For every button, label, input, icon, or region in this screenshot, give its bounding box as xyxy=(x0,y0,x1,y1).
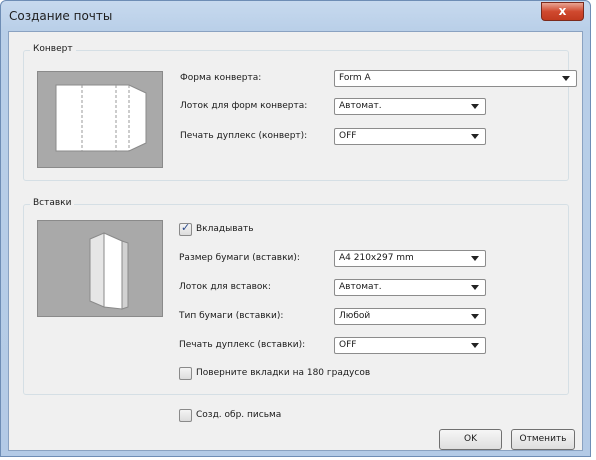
rotate-inserts-checkbox[interactable] xyxy=(179,367,192,380)
insert-duplex-dropdown[interactable]: OFF xyxy=(334,337,486,354)
chevron-down-icon xyxy=(471,134,479,139)
envelope-tray-label: Лоток для форм конверта: xyxy=(180,101,308,111)
envelope-tray-value: Автомат. xyxy=(339,101,382,111)
envelope-duplex-dropdown[interactable]: OFF xyxy=(334,128,486,145)
insert-tray-dropdown[interactable]: Автомат. xyxy=(334,279,486,296)
envelope-preview xyxy=(37,71,163,168)
envelope-form-value: Form A xyxy=(339,73,371,83)
chevron-down-icon xyxy=(471,343,479,348)
insert-preview xyxy=(37,220,163,317)
envelope-preview-image xyxy=(55,84,147,152)
inserts-group: Вставки ✓ Вкладывать Размер бумаги (вста… xyxy=(23,198,569,395)
insert-checkbox-label: Вкладывать xyxy=(196,224,254,234)
insert-duplex-value: OFF xyxy=(339,340,357,350)
insert-paper-size-dropdown[interactable]: A4 210x297 mm xyxy=(334,250,486,267)
insert-paper-type-label: Тип бумаги (вставки): xyxy=(179,311,284,321)
dialog-window: Создание почты x Конверт Форма конверта:… xyxy=(0,0,591,457)
insert-paper-type-dropdown[interactable]: Любой xyxy=(334,308,486,325)
create-template-checkbox[interactable] xyxy=(179,409,192,422)
insert-tray-label: Лоток для вставок: xyxy=(179,282,271,292)
envelope-tray-dropdown[interactable]: Автомат. xyxy=(334,98,486,115)
envelope-duplex-label: Печать дуплекс (конверт): xyxy=(180,131,308,141)
checkmark-icon: ✓ xyxy=(181,221,191,234)
envelope-group: Конверт Форма конверта: Form A Лоток для… xyxy=(23,44,577,181)
insert-paper-type-value: Любой xyxy=(339,311,371,321)
envelope-form-dropdown[interactable]: Form A xyxy=(334,70,577,87)
insert-paper-size-label: Размер бумаги (вставки): xyxy=(179,253,300,263)
envelope-group-label: Конверт xyxy=(30,44,76,54)
envelope-duplex-value: OFF xyxy=(339,131,357,141)
insert-paper-size-value: A4 210x297 mm xyxy=(339,253,414,263)
close-icon: x xyxy=(558,4,567,18)
chevron-down-icon xyxy=(471,104,479,109)
create-template-label: Созд. обр. письма xyxy=(196,410,282,420)
dialog-client-area: Конверт Форма конверта: Form A Лоток для… xyxy=(8,31,583,451)
chevron-down-icon xyxy=(562,76,570,81)
chevron-down-icon xyxy=(471,314,479,319)
window-title: Создание почты xyxy=(9,9,113,23)
close-button[interactable]: x xyxy=(541,2,584,21)
envelope-form-label: Форма конверта: xyxy=(180,73,262,83)
insert-tray-value: Автомат. xyxy=(339,282,382,292)
chevron-down-icon xyxy=(471,256,479,261)
ok-button[interactable]: OK xyxy=(439,429,502,450)
rotate-inserts-label: Поверните вкладки на 180 градусов xyxy=(196,368,371,378)
insert-preview-image xyxy=(89,232,129,310)
inserts-group-label: Вставки xyxy=(30,198,75,208)
cancel-button[interactable]: Отменить xyxy=(511,429,575,450)
title-bar[interactable]: Создание почты x xyxy=(1,1,590,31)
chevron-down-icon xyxy=(471,285,479,290)
insert-duplex-label: Печать дуплекс (вставки): xyxy=(179,340,306,350)
insert-checkbox[interactable]: ✓ xyxy=(179,221,192,236)
